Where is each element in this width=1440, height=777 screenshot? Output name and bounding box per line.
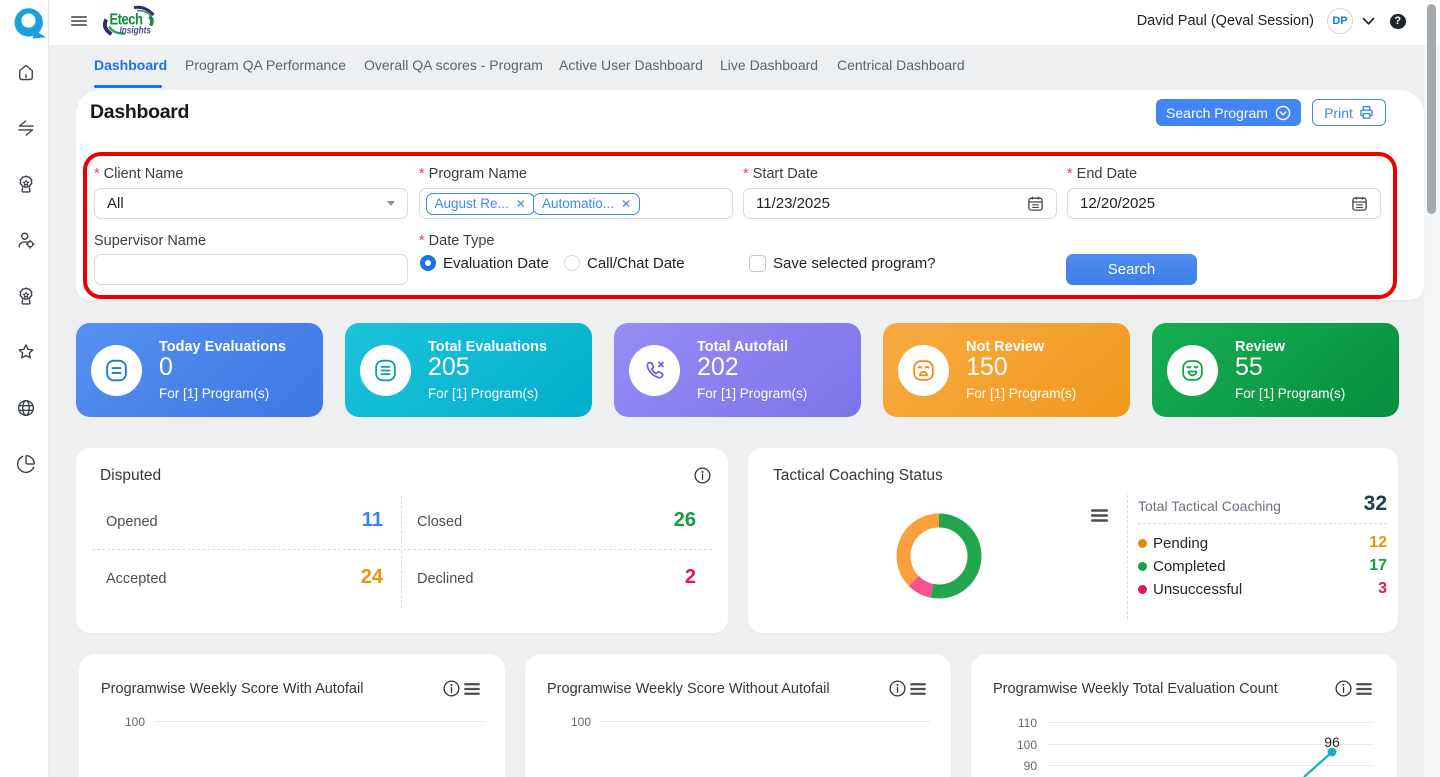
svg-text:Insights: Insights	[120, 25, 151, 36]
